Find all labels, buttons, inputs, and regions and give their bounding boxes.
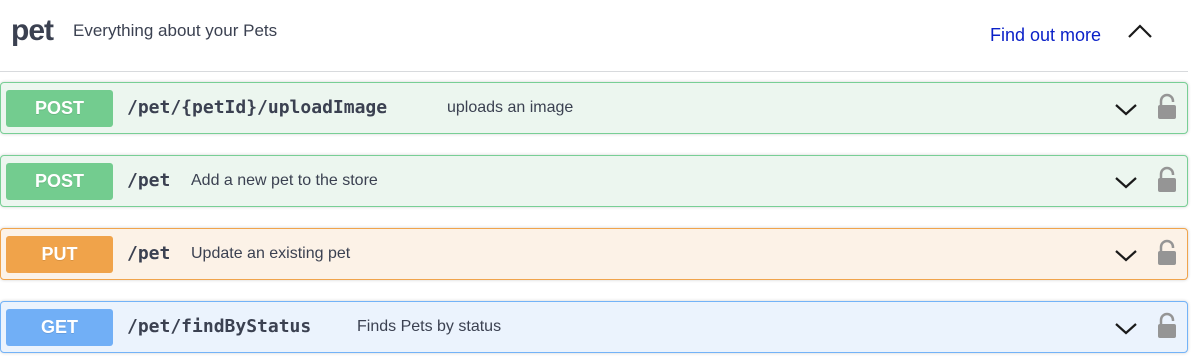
operation-path: /pet/findByStatus	[127, 316, 312, 337]
operation-get-find-by-status[interactable]: GET /pet/findByStatus Finds Pets by stat…	[0, 301, 1188, 353]
method-badge: GET	[6, 309, 113, 346]
chevron-down-icon[interactable]	[1113, 246, 1139, 264]
operation-summary: Update an existing pet	[191, 245, 351, 262]
lock-icon[interactable]	[1156, 166, 1178, 194]
operation-put-pet[interactable]: PUT /pet Update an existing pet	[0, 228, 1188, 280]
chevron-down-icon[interactable]	[1113, 319, 1139, 337]
operation-post-upload-image[interactable]: POST /pet/{petId}/uploadImage uploads an…	[0, 82, 1188, 134]
lock-icon[interactable]	[1156, 93, 1178, 121]
chevron-down-icon[interactable]	[1113, 100, 1139, 118]
operation-summary: Add a new pet to the store	[191, 172, 378, 189]
operation-post-pet[interactable]: POST /pet Add a new pet to the store	[0, 155, 1188, 207]
operation-summary: Finds Pets by status	[357, 318, 502, 335]
chevron-up-icon[interactable]	[1124, 18, 1156, 44]
lock-icon[interactable]	[1156, 239, 1178, 267]
operation-summary: uploads an image	[447, 99, 574, 116]
method-badge: POST	[6, 90, 113, 127]
lock-icon[interactable]	[1156, 312, 1178, 340]
find-out-more-link[interactable]: Find out more	[990, 25, 1101, 46]
tag-header-pet[interactable]: pet Everything about your Pets Find out …	[0, 0, 1188, 72]
method-badge: POST	[6, 163, 113, 200]
tag-name: pet	[11, 14, 54, 47]
operation-path: /pet	[127, 170, 171, 191]
operation-path: /pet/{petId}/uploadImage	[127, 97, 388, 118]
operation-path: /pet	[127, 243, 171, 264]
method-badge: PUT	[6, 236, 113, 273]
chevron-down-icon[interactable]	[1113, 173, 1139, 191]
tag-description: Everything about your Pets	[73, 21, 278, 40]
